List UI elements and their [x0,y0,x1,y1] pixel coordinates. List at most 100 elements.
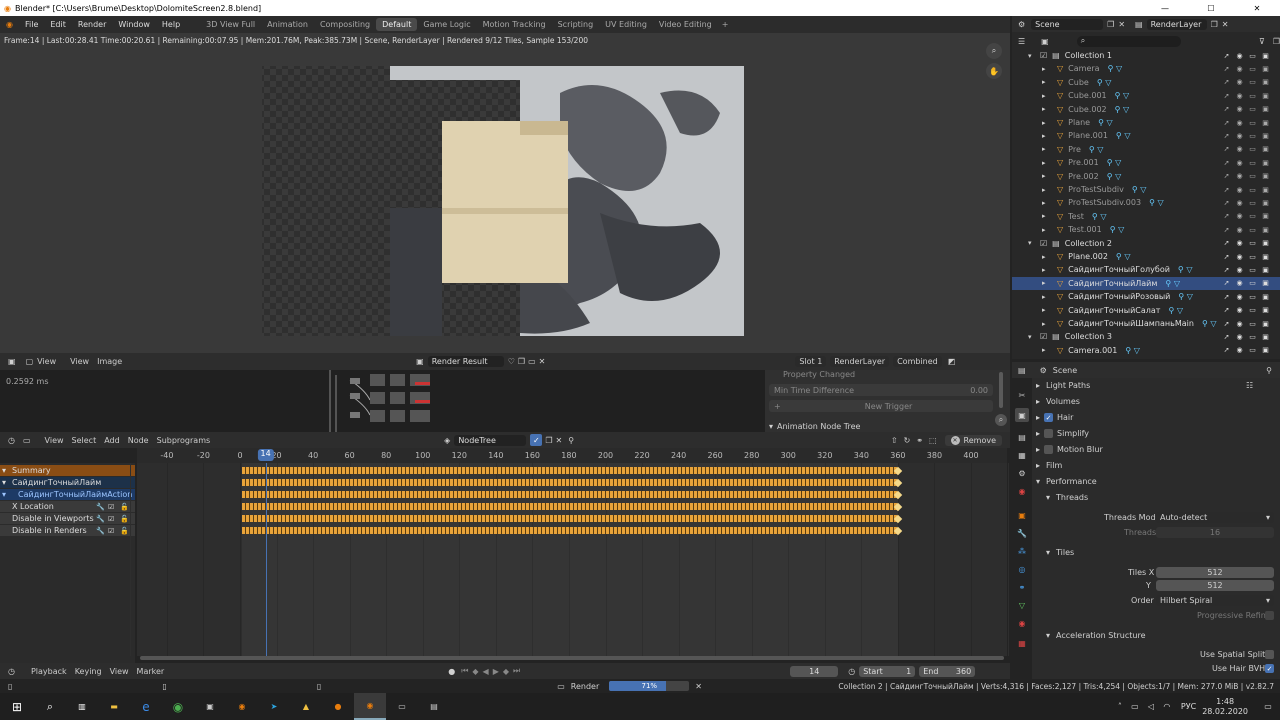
marker-menu[interactable]: Marker [137,667,165,676]
editor-type-icon[interactable]: ▣ [8,357,16,366]
expand-triangle-icon[interactable]: ▸ [1042,145,1052,153]
camera-render-icon[interactable]: ▣ [1259,306,1272,314]
node-tree-icon[interactable]: ◈ [444,436,450,445]
monitor-icon[interactable]: ▭ [1246,293,1259,301]
expand-triangle-icon[interactable]: ▾ [1028,239,1038,247]
properties-editor-icon[interactable]: ▤ [1018,366,1026,375]
outliner-object[interactable]: ▸ ▽ СайдингТочныйСалат ⚲ ▽ ➚ ◉ ▭ ▣ [1012,304,1280,317]
timeline-editor-icon[interactable]: ◷ [8,667,15,676]
start-frame-field[interactable]: Start 1 [859,665,916,677]
monitor-icon[interactable]: ▭ [1246,212,1259,220]
keyframe-row[interactable] [241,479,898,486]
camera-render-icon[interactable]: ▣ [1259,279,1272,287]
monitor-icon[interactable]: ▭ [1246,52,1259,60]
workspace-tab-3d-view-full[interactable]: 3D View Full [200,18,261,31]
expand-triangle-icon[interactable]: ▸ [1042,78,1052,86]
outliner-object[interactable]: ▸ ▽ СайдингТочныйРозовый ⚲ ▽ ➚ ◉ ▭ ▣ [1012,290,1280,303]
outliner-object[interactable]: ▸ ▽ Cube.001 ⚲ ▽ ➚ ◉ ▭ ▣ [1012,89,1280,102]
expand-triangle-icon[interactable]: ▾ [1028,333,1038,341]
object-tab-icon[interactable]: ▣ [1015,508,1029,522]
expand-triangle-icon[interactable]: ▸ [1042,65,1052,73]
camera-render-icon[interactable]: ▣ [1259,186,1272,194]
fruit-app-icon[interactable]: ● [322,693,354,720]
expand-triangle-icon[interactable]: ▸ [1042,253,1052,261]
tiles-subpanel[interactable]: ▾ Tiles [1046,548,1074,557]
menu-help[interactable]: Help [156,20,186,29]
monitor-icon[interactable]: ▭ [1246,226,1259,234]
node-tree-field[interactable]: NodeTree [454,434,527,446]
remove-button[interactable]: ✕ Remove [944,434,1002,446]
network-icon[interactable]: ▭ [1127,702,1143,711]
expand-triangle-icon[interactable]: ▸ [1042,92,1052,100]
select-arrow-icon[interactable]: ➚ [1220,92,1233,100]
select-arrow-icon[interactable]: ➚ [1220,306,1233,314]
menu-render[interactable]: Render [72,20,112,29]
eye-icon[interactable]: ◉ [1233,172,1246,180]
lock-icon[interactable]: 🔓 [120,515,129,523]
outliner-object[interactable]: ▸ ▽ СайдингТочныйШампаньMain ⚲ ▽ ➚ ◉ ▭ ▣ [1012,317,1280,330]
camera-render-icon[interactable]: ▣ [1259,65,1272,73]
new-layer-icon[interactable]: ❐ [1211,20,1218,29]
eye-icon[interactable]: ◉ [1233,92,1246,100]
tool-tab-icon[interactable]: ✂ [1015,388,1029,402]
collection-checkbox[interactable]: ☑ [1040,51,1047,60]
channel-action[interactable]: ▾ СайдингТочныйЛаймAction [0,489,135,500]
select-arrow-icon[interactable]: ➚ [1220,65,1233,73]
order-dropdown[interactable]: Hilbert Spiral ▾ [1156,595,1274,606]
playback-menu[interactable]: Playback [31,667,67,676]
add-workspace-button[interactable]: + [718,20,733,29]
expand-triangle-icon[interactable]: ▸ [1042,159,1052,167]
expand-triangle-icon[interactable]: ▸ [1042,346,1052,354]
film-panel[interactable]: ▸ Film [1036,461,1062,470]
view-menu[interactable]: View [70,357,89,366]
monitor-icon[interactable]: ▭ [1246,119,1259,127]
wifi-icon[interactable]: ◠ [1159,702,1175,711]
scene-name-field[interactable]: Scene [1031,18,1104,30]
hair-bvh-checkbox[interactable]: ✓ [1265,664,1274,673]
expand-triangle-icon[interactable]: ▸ [1042,320,1052,328]
hair-checkbox[interactable]: ✓ [1044,413,1054,422]
zoom-icon[interactable]: ⌕ [986,43,1002,59]
scene-icon[interactable]: ⚙ [1018,20,1025,29]
language-indicator[interactable]: РУС [1181,702,1196,711]
link-icon[interactable]: ⚭ [916,436,923,445]
constraints-tab-icon[interactable]: ⚭ [1015,580,1029,594]
motion-blur-panel[interactable]: ▸ Motion Blur [1036,445,1103,454]
outliner-object[interactable]: ▸ ▽ Pre.001 ⚲ ▽ ➚ ◉ ▭ ▣ [1012,156,1280,169]
workspace-tab-motion-tracking[interactable]: Motion Tracking [477,18,552,31]
volumes-panel[interactable]: ▸ Volumes [1036,397,1080,406]
outliner-object[interactable]: ▸ ▽ СайдингТочныйГолубой ⚲ ▽ ➚ ◉ ▭ ▣ [1012,263,1280,276]
file-explorer-icon[interactable]: ▬ [98,693,130,720]
keyframe-row[interactable] [241,491,898,498]
new-image-icon[interactable]: ❐ [518,357,525,366]
outliner-search-input[interactable]: ⌕ [1076,35,1181,47]
play-icon[interactable]: ▶ [493,667,499,676]
view-menu[interactable]: View [110,667,129,676]
select-arrow-icon[interactable]: ➚ [1220,119,1233,127]
monitor-icon[interactable]: ▭ [1246,186,1259,194]
sidebar-scrollbar[interactable] [999,372,1003,408]
select-arrow-icon[interactable]: ➚ [1220,78,1233,86]
outliner-collection[interactable]: ▾ ☑ ▤ Collection 1 ➚ ◉ ▭ ▣ [1012,49,1280,62]
task-view-icon[interactable]: ▥ [66,693,98,720]
play-reverse-icon[interactable]: ◀ [483,667,489,676]
app-icon[interactable]: ▣ [194,693,226,720]
outliner-object[interactable]: ▸ ▽ Cube.002 ⚲ ▽ ➚ ◉ ▭ ▣ [1012,103,1280,116]
outliner-object[interactable]: ▸ ▽ Camera ⚲ ▽ ➚ ◉ ▭ ▣ [1012,62,1280,75]
printer-app-icon[interactable]: ▤ [418,693,450,720]
select-arrow-icon[interactable]: ➚ [1220,186,1233,194]
expand-triangle-icon[interactable]: ▸ [1042,186,1052,194]
simplify-checkbox[interactable] [1044,429,1054,438]
select-arrow-icon[interactable]: ➚ [1220,105,1233,113]
workspace-tab-default[interactable]: Default [376,18,418,31]
camera-render-icon[interactable]: ▣ [1259,212,1272,220]
playhead[interactable] [265,463,267,656]
outliner-object[interactable]: ▸ ▽ ProTestSubdiv ⚲ ▽ ➚ ◉ ▭ ▣ [1012,183,1280,196]
shield-icon[interactable]: ✓ [530,434,543,446]
outliner-object[interactable]: ▸ ▽ Cube ⚲ ▽ ➚ ◉ ▭ ▣ [1012,76,1280,89]
tiles-y-field[interactable]: 512 [1156,580,1274,591]
view-mode-icon[interactable]: ▢ [26,357,34,366]
record-icon[interactable]: ● [448,667,455,676]
dope-menu-subprograms[interactable]: Subprograms [157,436,211,445]
view-layer-icon[interactable]: ▤ [1135,20,1143,29]
